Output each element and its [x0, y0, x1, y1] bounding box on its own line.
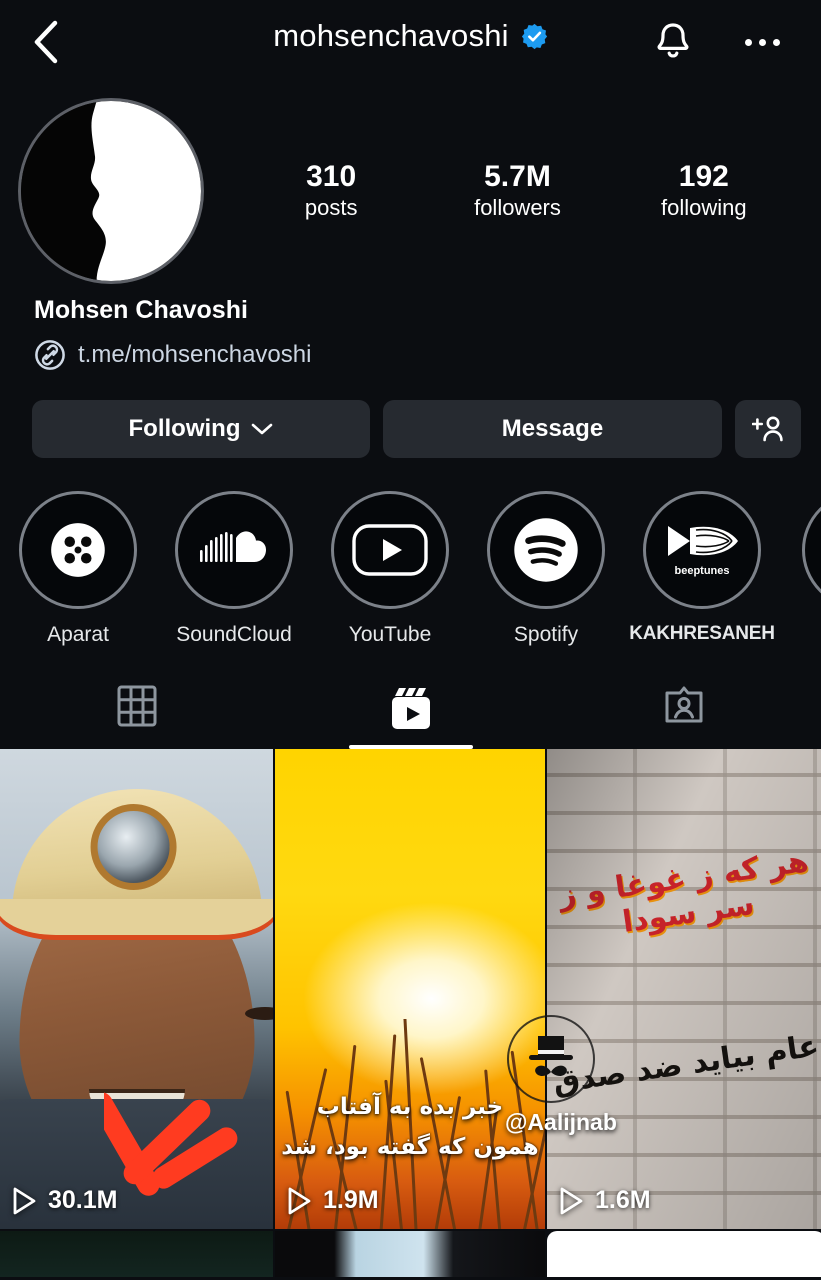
- highlight-ring: [487, 491, 605, 609]
- highlight-ring: beeptunes: [643, 491, 761, 609]
- stat-value: 192: [678, 159, 729, 193]
- reels-grid-row-2: [0, 1231, 821, 1277]
- watermark-logo: [507, 1015, 595, 1103]
- more-horizontal-icon: [744, 38, 752, 46]
- profile-full-name: Mohsen Chavoshi: [34, 296, 248, 324]
- view-count-text: 1.9M: [323, 1186, 379, 1214]
- add-person-icon: [752, 416, 783, 442]
- following-label: Following: [128, 415, 241, 442]
- highlight-label: KAKHRESANEH: [629, 623, 775, 644]
- tab-grid[interactable]: [0, 671, 274, 749]
- highlight-label: YouTube: [348, 623, 432, 646]
- svg-text:beeptunes: beeptunes: [674, 565, 729, 577]
- grid-icon: [117, 685, 157, 727]
- more-dot: [772, 38, 780, 46]
- highlight-ring: [331, 491, 449, 609]
- message-label: Message: [501, 415, 604, 442]
- beeptunes-icon: beeptunes: [668, 526, 738, 577]
- highlight-ring: [802, 491, 821, 609]
- play-triangle-icon: [13, 1187, 36, 1214]
- miner-helmet-brim: [0, 899, 273, 935]
- reel-item[interactable]: هر که ز غوغا و ز سر سودا عام بیاید ضد صد…: [547, 749, 821, 1229]
- highlight-youtube[interactable]: YouTube: [312, 491, 468, 647]
- tagged-icon: [665, 686, 703, 723]
- play-triangle-icon: [288, 1187, 311, 1214]
- stat-posts[interactable]: 310 posts: [277, 160, 385, 222]
- more-options-button[interactable]: [731, 14, 793, 70]
- tophat-mustache-icon: [529, 1036, 573, 1076]
- profile-stats: 310 posts 5.7M followers 192 following: [204, 160, 821, 222]
- reel-item[interactable]: [275, 1231, 545, 1277]
- profile-header: 310 posts 5.7M followers 192 following: [0, 88, 821, 293]
- stat-value: 310: [306, 159, 357, 193]
- red-arrow-annotation: [104, 1092, 238, 1196]
- stat-value: 5.7M: [484, 159, 551, 193]
- miner-headlamp: [90, 804, 177, 890]
- reels-icon: [391, 688, 430, 729]
- chevron-down-icon: [252, 423, 273, 435]
- tab-tagged[interactable]: [547, 671, 821, 749]
- top-bar: mohsenchavoshi: [0, 0, 821, 88]
- add-person-button[interactable]: [735, 400, 801, 458]
- username-text: mohsenchavoshi: [273, 18, 509, 53]
- watermark-handle: @Aalijnab: [505, 1109, 617, 1135]
- view-count-text: 1.6M: [595, 1186, 651, 1214]
- play-triangle-icon: [560, 1187, 583, 1214]
- bio-section: Mohsen Chavoshi t.me/mohsenchavoshi: [0, 293, 821, 371]
- highlight-partial-next[interactable]: [780, 491, 821, 609]
- reel-thumbnail: خبر بده به آفتاب همون که گفته بود، شد: [275, 749, 545, 1229]
- following-button[interactable]: Following: [32, 400, 370, 458]
- instagram-profile-screen: mohsenchavoshi 310 posts 5.7M followers …: [0, 0, 821, 1280]
- profile-link-text: t.me/mohsenchavoshi: [78, 341, 312, 368]
- face-silhouette-avatar-icon: [21, 100, 201, 281]
- reel-item[interactable]: [547, 1231, 821, 1277]
- highlight-label: SoundCloud: [176, 623, 292, 646]
- link-icon: [35, 340, 65, 370]
- youtube-icon: [352, 524, 428, 576]
- stat-label: posts: [304, 195, 358, 221]
- avatar[interactable]: [18, 97, 204, 284]
- tab-reels[interactable]: [274, 671, 548, 749]
- reel-view-count: 1.9M: [287, 1186, 379, 1215]
- notifications-button[interactable]: [645, 14, 701, 70]
- more-dot: [758, 38, 766, 46]
- bell-icon: [657, 23, 689, 58]
- reel-view-count: 1.6M: [559, 1186, 651, 1215]
- aparat-icon: [51, 523, 105, 577]
- verified-badge-icon: [521, 23, 547, 49]
- highlight-kakhresaneh[interactable]: beeptunes KAKHRESANEH: [624, 491, 780, 645]
- message-button[interactable]: Message: [383, 400, 722, 458]
- reel-item[interactable]: خبر بده به آفتاب همون که گفته بود، شد 1.…: [275, 749, 545, 1229]
- stat-label: followers: [474, 195, 561, 221]
- highlight-soundcloud[interactable]: SoundCloud: [156, 491, 312, 647]
- watermark-overlay: @Aalijnab: [505, 1015, 617, 1136]
- stat-followers[interactable]: 5.7M followers: [463, 160, 571, 222]
- story-highlights: Aparat SoundCloud YouTube Spotify beeptu…: [0, 458, 821, 647]
- highlight-aparat[interactable]: Aparat: [0, 491, 156, 647]
- spotify-icon: [514, 518, 578, 582]
- stat-label: following: [661, 195, 747, 221]
- highlight-ring: [19, 491, 137, 609]
- profile-link-row[interactable]: t.me/mohsenchavoshi: [34, 339, 821, 371]
- highlight-spotify[interactable]: Spotify: [468, 491, 624, 647]
- highlight-label: Aparat: [47, 623, 109, 646]
- stat-following[interactable]: 192 following: [650, 160, 758, 222]
- reel-item[interactable]: [0, 1231, 273, 1277]
- brick-shadow-overlay: [547, 749, 821, 1229]
- highlight-ring: [175, 491, 293, 609]
- reel-thumbnail: هر که ز غوغا و ز سر سودا عام بیاید ضد صد…: [547, 749, 821, 1229]
- reel-view-count: 30.1M: [12, 1186, 117, 1215]
- soundcloud-icon: [200, 531, 266, 562]
- profile-tabs: [0, 671, 821, 749]
- highlight-label: Spotify: [513, 623, 579, 646]
- profile-action-buttons: Following Message: [0, 371, 821, 458]
